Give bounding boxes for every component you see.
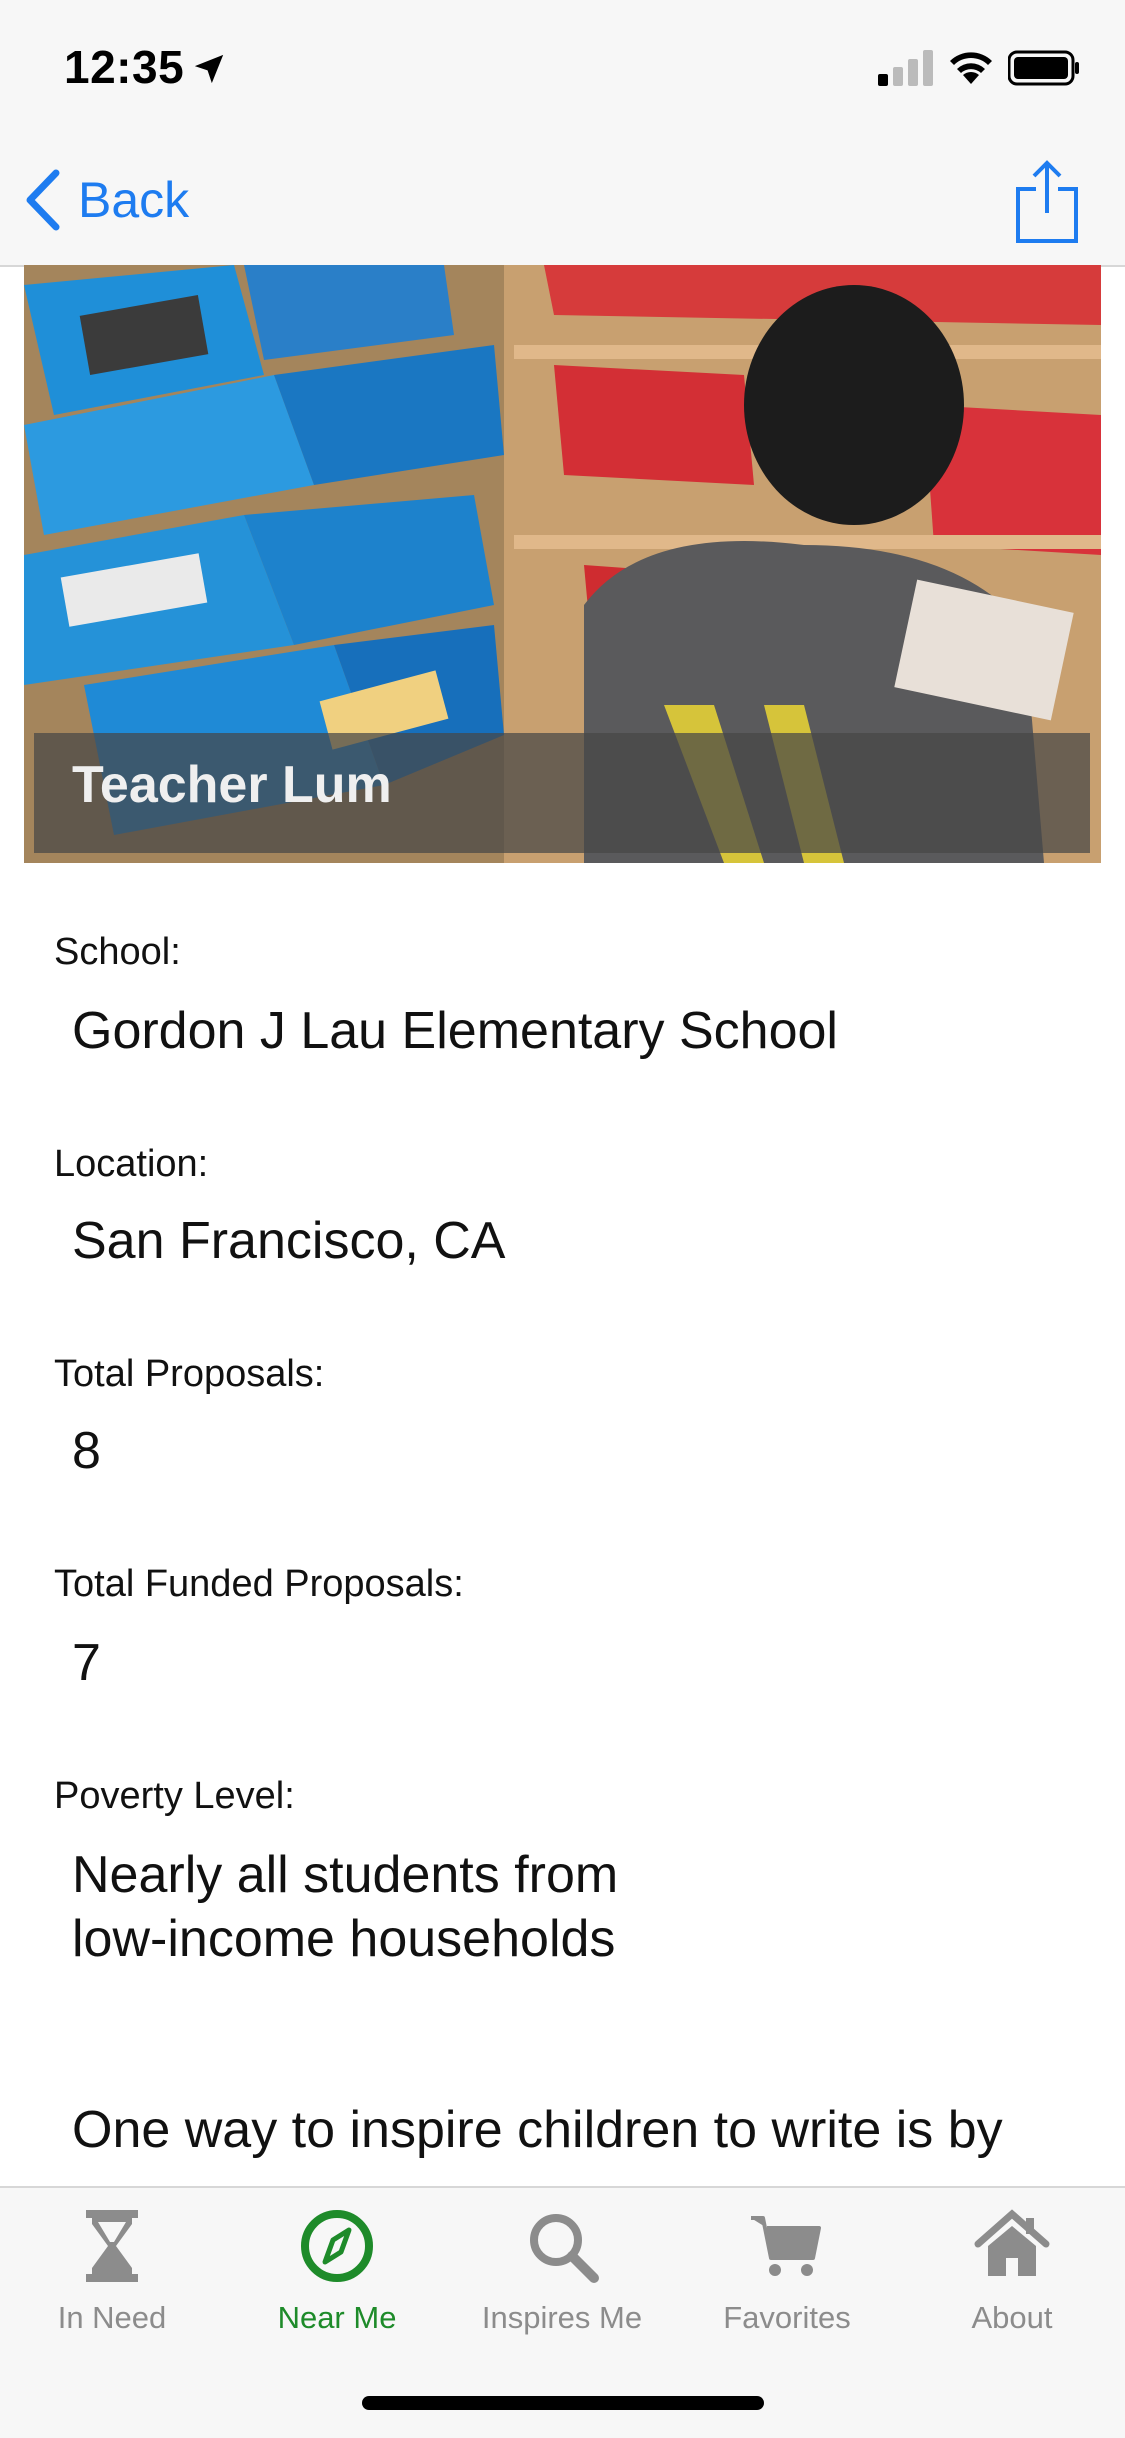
location-label: Location: [54, 1143, 209, 1185]
school-value: Gordon J Lau Elementary School [72, 1002, 838, 1060]
location-value: San Francisco, CA [72, 1212, 506, 1270]
school-label: School: [54, 931, 181, 973]
hero-photo: Teacher Lum [24, 265, 1101, 863]
cellular-signal-icon [878, 50, 933, 86]
poverty-level-line-2: low-income households [72, 1910, 616, 1968]
total-proposals-label: Total Proposals: [54, 1353, 325, 1395]
compass-icon [301, 2210, 373, 2282]
teacher-name: Teacher Lum [72, 756, 392, 814]
tab-inspires-me-label: Inspires Me [481, 2300, 643, 2335]
poverty-level-label: Poverty Level: [54, 1775, 295, 1817]
status-bar: 12:35 [0, 0, 1125, 135]
tab-favorites-label: Favorites [723, 2300, 851, 2335]
search-icon [530, 2214, 599, 2283]
cart-icon [751, 2216, 821, 2276]
tab-about-label: About [971, 2300, 1053, 2335]
tab-inspires-me[interactable]: Inspires Me [462, 2206, 662, 2356]
funded-proposals-label: Total Funded Proposals: [54, 1563, 464, 1605]
home-icon [974, 2209, 1050, 2276]
back-label: Back [78, 172, 190, 228]
project-description: One way to inspire children to write is … [72, 2101, 1003, 2159]
wifi-icon [950, 52, 992, 84]
total-proposals-value: 8 [72, 1422, 101, 1480]
hourglass-icon [86, 2210, 138, 2282]
location-arrow-icon [194, 54, 224, 84]
tab-in-need-label: In Need [57, 2300, 167, 2335]
tab-in-need[interactable]: In Need [12, 2206, 212, 2356]
chevron-left-icon [26, 169, 60, 231]
poverty-level-line-1: Nearly all students from [72, 1846, 619, 1904]
back-button[interactable]: Back [22, 167, 189, 233]
navigation-bar: Back [0, 135, 1125, 267]
tab-about[interactable]: About [912, 2206, 1112, 2356]
hero-caption: Teacher Lum [34, 733, 1090, 853]
status-time: 12:35 [64, 41, 185, 93]
tab-near-me[interactable]: Near Me [237, 2206, 437, 2356]
battery-icon [1008, 50, 1079, 86]
home-indicator[interactable] [362, 2396, 764, 2410]
tab-near-me-label: Near Me [277, 2300, 397, 2335]
funded-proposals-value: 7 [72, 1634, 101, 1692]
tab-favorites[interactable]: Favorites [687, 2206, 887, 2356]
share-icon[interactable] [1012, 157, 1082, 245]
